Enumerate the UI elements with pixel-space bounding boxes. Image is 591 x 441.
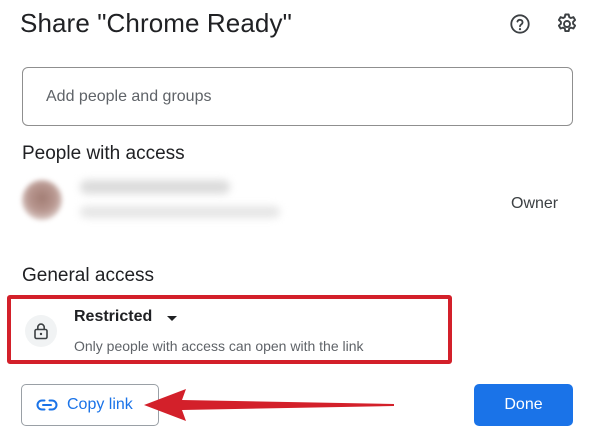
dialog-title: Share "Chrome Ready" [20,8,292,38]
general-access-heading: General access [22,265,155,286]
done-label: Done [504,396,543,413]
add-people-placeholder: Add people and groups [46,87,212,105]
link-icon [36,394,58,416]
add-people-input[interactable]: Add people and groups [22,67,573,126]
general-access-highlight: Restricted Only people with access can o… [7,295,452,364]
copy-link-label: Copy link [67,396,133,413]
settings-icon[interactable] [555,12,579,36]
done-button[interactable]: Done [474,384,573,426]
help-icon[interactable] [508,12,532,36]
avatar [22,180,62,220]
share-dialog: Share "Chrome Ready" Add people and grou… [0,0,591,441]
access-description: Only people with access can open with th… [74,338,364,354]
access-level-label: Restricted [74,308,153,325]
person-row[interactable]: Owner [22,178,567,236]
dropdown-arrow-icon [167,315,178,321]
people-with-access-heading: People with access [22,143,185,164]
person-name-blurred [80,180,230,194]
access-level-dropdown[interactable]: Restricted [74,308,178,326]
copy-link-button[interactable]: Copy link [21,384,159,426]
annotation-arrow [144,389,394,421]
person-role: Owner [511,195,559,212]
person-email-blurred [80,206,280,218]
lock-icon [25,315,57,347]
